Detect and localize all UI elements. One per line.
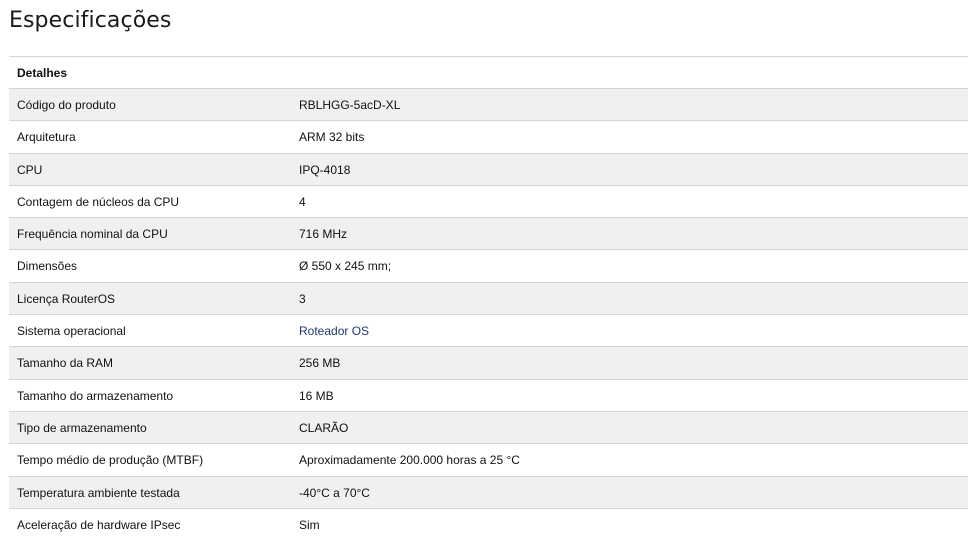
row-label: Aceleração de hardware IPsec <box>17 517 181 532</box>
row-label: Tempo médio de produção (MTBF) <box>17 453 204 468</box>
table-row: Sistema operacional Roteador OS <box>9 315 968 348</box>
row-label: Temperatura ambiente testada <box>17 485 180 500</box>
row-label: Tamanho do armazenamento <box>17 388 174 403</box>
row-label: Código do produto <box>17 98 116 112</box>
row-value: 716 MHz <box>299 227 348 242</box>
row-value: Ø 550 x 245 mm; <box>299 259 392 274</box>
table-row: Contagem de núcleos da CPU 4 <box>9 185 968 219</box>
table-row: Aceleração de hardware IPsec Sim <box>9 508 968 542</box>
table-row: Temperatura ambiente testada -40°C a 70°… <box>9 476 968 509</box>
row-value: ARM 32 bits <box>299 130 365 145</box>
row-value: Sim <box>299 517 320 532</box>
row-label: Arquitetura <box>17 130 76 145</box>
row-value: Aproximadamente 200.000 horas a 25 °C <box>299 453 520 468</box>
row-value: 256 MB <box>299 356 341 371</box>
table-row: Tamanho do armazenamento 16 MB <box>9 379 968 412</box>
row-label: Tipo de armazenamento <box>17 420 147 435</box>
row-label: Contagem de núcleos da CPU <box>17 194 180 209</box>
row-label: Dimensões <box>17 259 78 274</box>
table-row: Tempo médio de produção (MTBF) Aproximad… <box>9 444 968 477</box>
row-value: IPQ-4018 <box>299 162 351 177</box>
row-value: CLARÃO <box>299 420 349 435</box>
table-header-row: Detalhes <box>9 57 968 89</box>
table-row: Código do produto RBLHGG-5acD-XL <box>9 89 968 122</box>
row-label: Frequência nominal da CPU <box>17 227 168 242</box>
specifications-table: Detalhes Código do produto RBLHGG-5acD-X… <box>9 56 968 542</box>
row-label: Tamanho da RAM <box>17 356 114 371</box>
row-value: 4 <box>299 194 306 209</box>
table-row: Tamanho da RAM 256 MB <box>9 347 968 380</box>
page-title: Especificações <box>9 8 172 33</box>
table-row: CPU IPQ-4018 <box>9 153 968 186</box>
table-row: Tipo de armazenamento CLARÃO <box>9 411 968 445</box>
row-value: 16 MB <box>299 388 334 403</box>
row-value: 3 <box>299 291 306 306</box>
row-label: Licença RouterOS <box>17 291 116 306</box>
table-row: Dimensões Ø 550 x 245 mm; <box>9 250 968 283</box>
row-label: Sistema operacional <box>17 324 126 339</box>
row-value: -40°C a 70°C <box>299 485 370 500</box>
table-row: Arquitetura ARM 32 bits <box>9 121 968 154</box>
operating-system-link[interactable]: Roteador OS <box>299 315 369 347</box>
row-label: CPU <box>17 162 43 177</box>
row-value: RBLHGG-5acD-XL <box>299 98 401 112</box>
table-header-label: Detalhes <box>17 66 68 80</box>
table-row: Frequência nominal da CPU 716 MHz <box>9 218 968 251</box>
specifications-page: Especificações Detalhes Código do produt… <box>0 0 968 548</box>
table-row: Licença RouterOS 3 <box>9 282 968 316</box>
